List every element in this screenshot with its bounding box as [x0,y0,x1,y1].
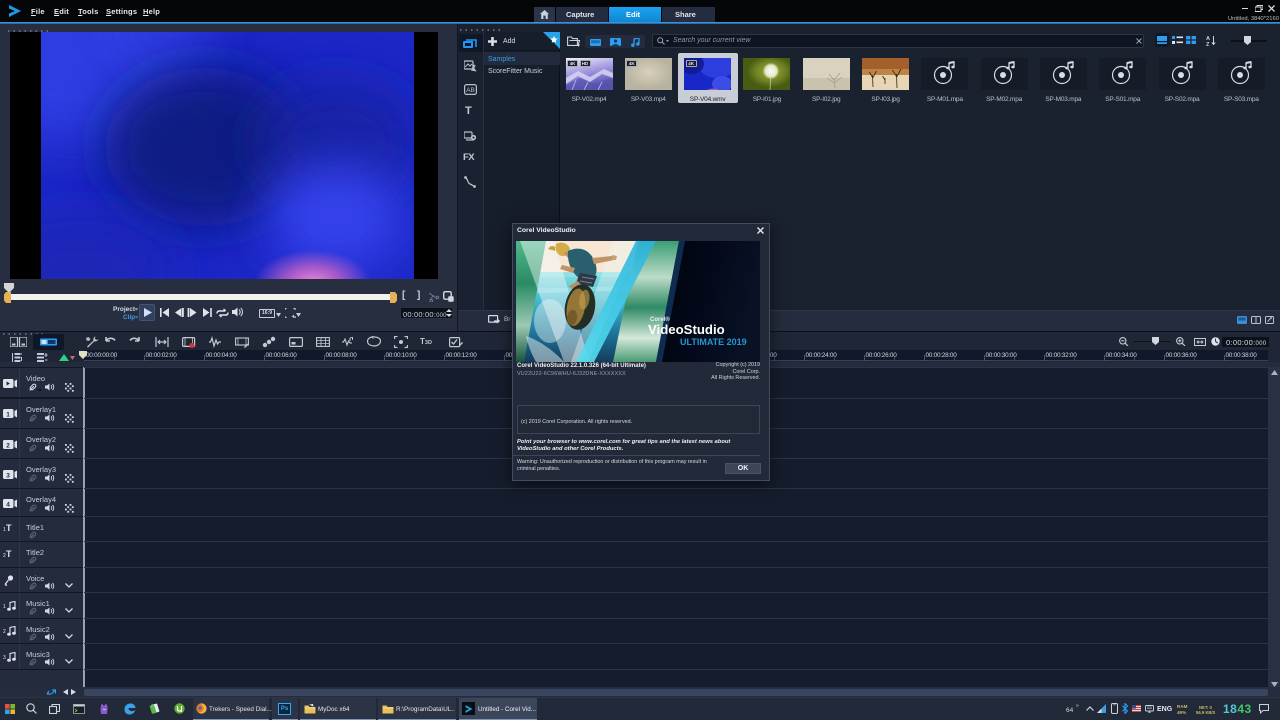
svg-text:VideoStudio: VideoStudio [648,322,725,337]
svg-text:2: 2 [6,442,10,449]
svg-text:Z: Z [1206,42,1210,46]
svg-text:ULTIMATE 2019: ULTIMATE 2019 [680,337,747,347]
svg-text:AB: AB [466,87,475,94]
svg-text:3: 3 [6,472,10,479]
svg-text:4: 4 [6,501,10,508]
svg-text:1: 1 [6,412,10,419]
